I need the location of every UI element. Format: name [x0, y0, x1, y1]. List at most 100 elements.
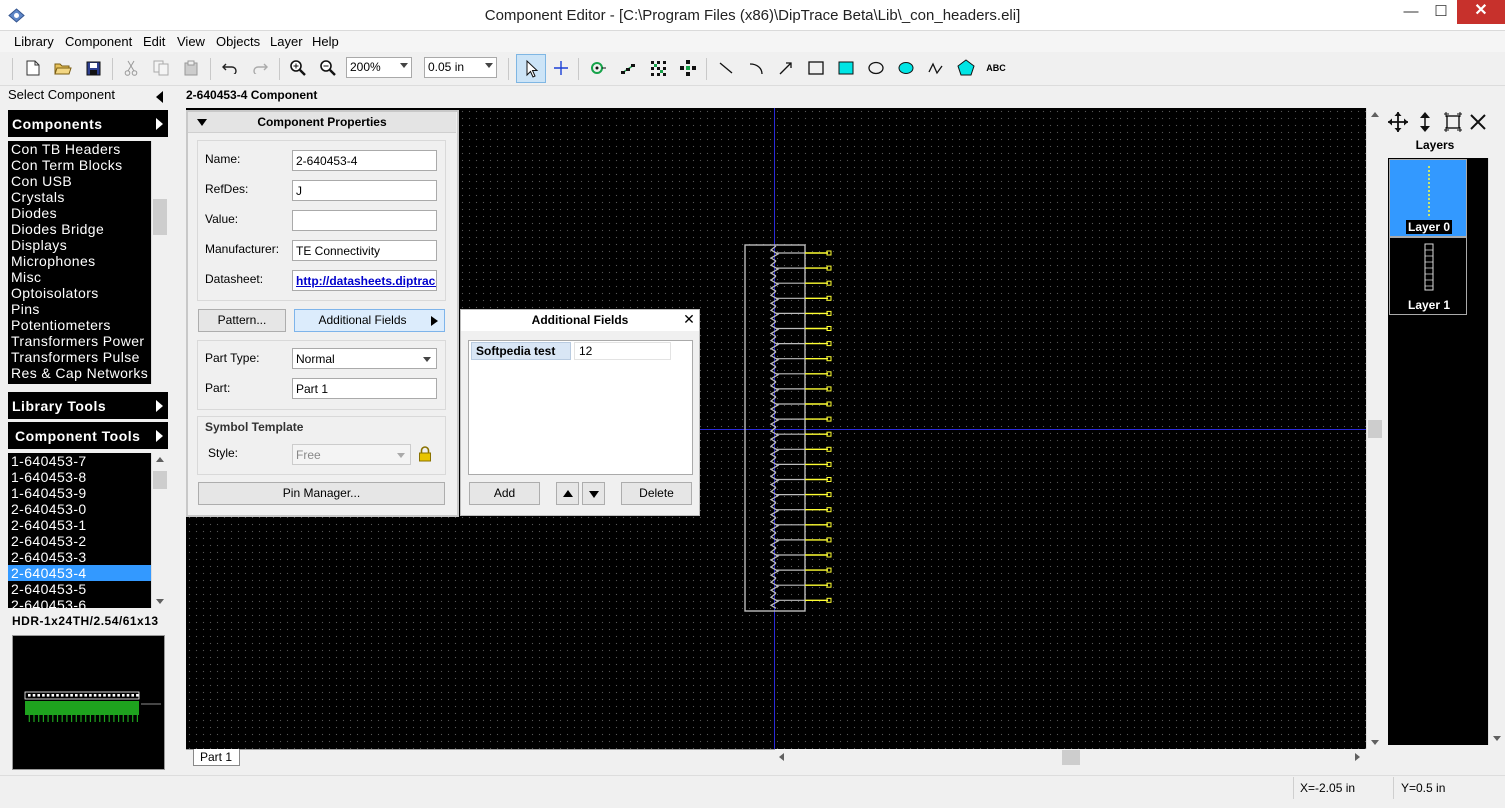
canvas-vertical-scrollbar[interactable] — [1366, 108, 1383, 749]
library-list-item[interactable]: Con TB Headers — [8, 141, 151, 157]
library-list-item[interactable]: Displays — [8, 237, 151, 253]
scroll-down-icon[interactable] — [1371, 740, 1379, 745]
library-list-item[interactable]: Diodes Bridge — [8, 221, 151, 237]
scrollbar-thumb[interactable] — [1368, 420, 1382, 438]
scroll-up-icon[interactable] — [156, 457, 164, 462]
component-list-item[interactable]: 2-640453-3 — [8, 549, 151, 565]
value-field[interactable] — [292, 210, 437, 231]
component-list-item[interactable]: 2-640453-6 — [8, 597, 151, 608]
new-file-icon[interactable] — [20, 56, 46, 80]
library-list-item[interactable]: Relays — [8, 381, 151, 384]
arrow-tool-icon[interactable] — [773, 56, 799, 80]
library-list-item[interactable]: Potentiometers — [8, 317, 151, 333]
minimize-button[interactable]: — — [1396, 0, 1426, 24]
delete-field-button[interactable]: Delete — [621, 482, 692, 505]
menu-help[interactable]: Help — [312, 34, 339, 49]
part-type-select[interactable]: Normal — [292, 348, 437, 369]
move-icon[interactable] — [1387, 111, 1409, 136]
undo-icon[interactable] — [217, 56, 243, 80]
copy-icon[interactable] — [148, 56, 174, 80]
line-tool-icon[interactable] — [713, 56, 739, 80]
filled-ellipse-tool-icon[interactable] — [893, 56, 919, 80]
library-list-item[interactable]: Crystals — [8, 189, 151, 205]
component-symbol[interactable] — [740, 240, 840, 616]
library-list-item[interactable]: Diodes — [8, 205, 151, 221]
canvas-horizontal-scrollbar[interactable] — [775, 749, 1367, 766]
text-tool-button[interactable]: ABC — [983, 56, 1009, 80]
menu-layer[interactable]: Layer — [270, 34, 303, 49]
pin-matrix-icon[interactable] — [645, 56, 671, 80]
layer-item-0[interactable]: Layer 0 — [1389, 159, 1467, 237]
scroll-down-icon[interactable] — [1493, 736, 1501, 741]
component-tools-header[interactable]: Component Tools — [8, 422, 168, 449]
polyline-tool-icon[interactable] — [923, 56, 949, 80]
scroll-right-icon[interactable] — [1355, 753, 1360, 761]
menu-edit[interactable]: Edit — [143, 34, 165, 49]
scrollbar-thumb[interactable] — [153, 199, 167, 235]
layer-item-1[interactable]: Layer 1 — [1389, 237, 1467, 315]
library-list-scrollbar[interactable] — [151, 141, 168, 384]
style-select[interactable]: Free — [292, 444, 411, 465]
tab-part-1[interactable]: Part 1 — [193, 749, 240, 766]
redo-icon[interactable] — [247, 56, 273, 80]
field-name-cell[interactable]: Softpedia test — [471, 342, 571, 360]
field-value-cell[interactable]: 12 — [574, 342, 671, 360]
scroll-up-icon[interactable] — [1371, 112, 1379, 117]
menu-view[interactable]: View — [177, 34, 205, 49]
pin-array-icon[interactable] — [615, 56, 641, 80]
filled-rectangle-tool-icon[interactable] — [833, 56, 859, 80]
menu-library[interactable]: Library — [14, 34, 54, 49]
scrollbar-thumb[interactable] — [153, 471, 167, 489]
close-layers-icon[interactable] — [1469, 111, 1487, 136]
name-field[interactable]: 2-640453-4 — [292, 150, 437, 171]
component-list-item[interactable]: 2-640453-0 — [8, 501, 151, 517]
library-list-item[interactable]: Transformers Pulse — [8, 349, 151, 365]
layer-order-icon[interactable] — [1416, 111, 1434, 136]
close-icon[interactable]: ✕ — [682, 311, 696, 328]
pin-manager-button[interactable]: Pin Manager... — [198, 482, 445, 505]
move-down-button[interactable] — [582, 482, 605, 505]
library-list-item[interactable]: Con Term Blocks — [8, 157, 151, 173]
menu-component[interactable]: Component — [65, 34, 132, 49]
manufacturer-field[interactable]: TE Connectivity — [292, 240, 437, 261]
component-list-scrollbar[interactable] — [151, 453, 168, 608]
library-list-item[interactable]: Misc — [8, 269, 151, 285]
lock-icon[interactable] — [418, 446, 432, 465]
scrollbar-thumb[interactable] — [1062, 750, 1080, 765]
save-icon[interactable] — [80, 56, 106, 80]
additional-fields-list[interactable] — [468, 340, 693, 475]
arc-tool-icon[interactable] — [743, 56, 769, 80]
components-section-header[interactable]: Components — [8, 110, 168, 137]
collapse-panel-icon[interactable] — [156, 91, 163, 103]
refdes-field[interactable]: J — [292, 180, 437, 201]
library-list-item[interactable]: Pins — [8, 301, 151, 317]
additional-fields-button[interactable]: Additional Fields — [294, 309, 445, 332]
paste-icon[interactable] — [178, 56, 204, 80]
component-list-item[interactable]: 2-640453-2 — [8, 533, 151, 549]
component-list-item[interactable]: 2-640453-4 — [8, 565, 151, 581]
fit-layers-icon[interactable] — [1443, 111, 1463, 136]
pin-group-icon[interactable] — [675, 56, 701, 80]
scroll-down-icon[interactable] — [156, 599, 164, 604]
add-field-button[interactable]: Add — [469, 482, 540, 505]
menu-objects[interactable]: Objects — [216, 34, 260, 49]
polygon-tool-icon[interactable] — [953, 56, 979, 80]
maximize-button[interactable]: ☐ — [1426, 0, 1456, 24]
close-button[interactable]: ✕ — [1457, 0, 1505, 24]
component-list-item[interactable]: 1-640453-8 — [8, 469, 151, 485]
pattern-button[interactable]: Pattern... — [198, 309, 286, 332]
component-list[interactable]: 1-640453-7 1-640453-8 1-640453-9 2-640453-0… — [8, 453, 151, 608]
component-list-item[interactable]: 1-640453-7 — [8, 453, 151, 469]
move-up-button[interactable] — [556, 482, 579, 505]
library-list-item[interactable]: Transformers Power — [8, 333, 151, 349]
component-list-item[interactable]: 1-640453-9 — [8, 485, 151, 501]
select-tool-button[interactable] — [516, 54, 546, 83]
collapse-arrow-icon[interactable] — [197, 119, 207, 126]
library-tools-header[interactable]: Library Tools — [8, 392, 168, 419]
place-origin-icon[interactable] — [548, 56, 574, 80]
ellipse-tool-icon[interactable] — [863, 56, 889, 80]
library-list-item[interactable]: Res & Cap Networks — [8, 365, 151, 381]
component-library-list[interactable]: Con TB Headers Con Term Blocks Con USB Crys… — [8, 141, 151, 384]
rectangle-tool-icon[interactable] — [803, 56, 829, 80]
place-pin-icon[interactable] — [585, 56, 611, 80]
